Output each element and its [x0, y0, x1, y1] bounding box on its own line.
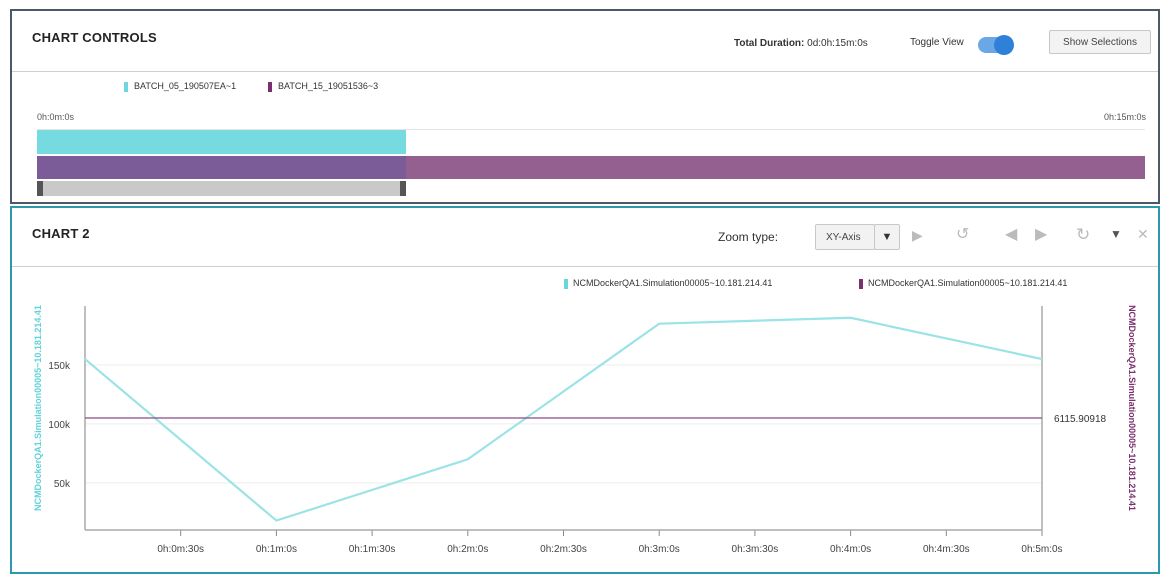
toggle-view-label: Toggle View [910, 37, 964, 48]
next-icon[interactable]: ▶ [1035, 227, 1047, 243]
total-duration-value: 0d:0h:15m:0s [807, 38, 868, 49]
legend-label-batch15: BATCH_15_19051536~3 [278, 81, 379, 91]
series-line-left [84, 316, 1043, 522]
chart-labels: 150k 100k 50k 0h:0m:30s 0h:1m:0s 0h:1m:30s 0h:… [48, 361, 1106, 555]
show-selections-button[interactable]: Show Selections [1049, 30, 1151, 54]
x-tick-label: 0h:3m:0s [639, 544, 680, 555]
close-icon[interactable]: ✕ [1137, 227, 1149, 241]
app-frame: CHART CONTROLS Total Duration: 0d:0h:15m… [0, 0, 1170, 575]
x-tick-label: 0h:2m:0s [447, 544, 488, 555]
undo-icon[interactable]: ↺ [956, 227, 969, 243]
y-tick-label: 100k [48, 420, 71, 431]
x-tick-label: 0h:0m:30s [157, 544, 204, 555]
y-axis-right-label: NCMDockerQA1.Simulation00005~10.181.214.… [1127, 305, 1137, 511]
play-icon[interactable]: ▶ [912, 228, 923, 242]
chart2-panel: CHART 2 Zoom type: XY-Axis ▼ ▶ ↺ ◀ ▶ ↻ ▼… [10, 206, 1160, 574]
timeline-bar-batch05[interactable] [37, 130, 406, 154]
total-duration: Total Duration: 0d:0h:15m:0s [734, 38, 868, 49]
timeline-bar-overlap [37, 156, 406, 179]
panel1-divider [12, 71, 1158, 72]
toggle-view-switch[interactable] [978, 35, 1014, 55]
y-tick-label: 50k [54, 479, 71, 490]
x-tick-label: 0h:5m:0s [1021, 544, 1062, 555]
chart-grid [85, 364, 1042, 484]
x-tick-label: 0h:4m:30s [923, 544, 970, 555]
x-tick-label: 0h:1m:30s [349, 544, 396, 555]
range-handle-left[interactable] [37, 181, 43, 196]
chart-axes [84, 306, 1043, 536]
zoom-type-label: Zoom type: [718, 230, 779, 244]
timeline-end-label: 0h:15m:0s [1103, 112, 1146, 122]
range-handle-right[interactable] [399, 181, 406, 196]
chevron-down-icon: ▼ [881, 231, 893, 243]
x-tick-label: 0h:3m:30s [732, 544, 779, 555]
zoom-type-select[interactable]: XY-Axis [815, 224, 875, 250]
chart2-title: CHART 2 [32, 226, 90, 241]
zoom-type-value: XY-Axis [826, 231, 861, 243]
chart-controls-title: CHART CONTROLS [32, 30, 157, 45]
timeline-start-label: 0h:0m:0s [37, 112, 75, 122]
chart2-plot[interactable]: 150k 100k 50k 0h:0m:30s 0h:1m:0s 0h:1m:30s 0h:… [12, 272, 1158, 572]
chart-controls-panel: CHART CONTROLS Total Duration: 0d:0h:15m… [10, 9, 1160, 204]
collapse-chevron-icon[interactable]: ▼ [1110, 228, 1122, 240]
zoom-type-dropdown-button[interactable]: ▼ [874, 224, 900, 250]
legend-swatch-batch15 [268, 82, 272, 92]
toggle-knob [994, 35, 1014, 55]
legend-label-batch05: BATCH_05_190507EA~1 [134, 81, 237, 91]
panel2-divider [12, 266, 1158, 267]
legend-swatch-batch05 [124, 82, 128, 92]
x-tick-label: 0h:1m:0s [256, 544, 297, 555]
right-axis-value-label: 6115.90918 [1054, 414, 1107, 425]
y-axis-left-label: NCMDockerQA1.Simulation00005~10.181.214.… [33, 305, 43, 511]
y-tick-label: 150k [48, 361, 71, 372]
prev-icon[interactable]: ◀ [1005, 227, 1017, 243]
range-selector[interactable] [37, 181, 406, 196]
x-tick-label: 0h:2m:30s [540, 544, 587, 555]
history-icon[interactable]: ↻ [1076, 226, 1090, 243]
chart-series [84, 316, 1043, 522]
total-duration-label: Total Duration: [734, 38, 805, 49]
x-tick-label: 0h:4m:0s [830, 544, 871, 555]
